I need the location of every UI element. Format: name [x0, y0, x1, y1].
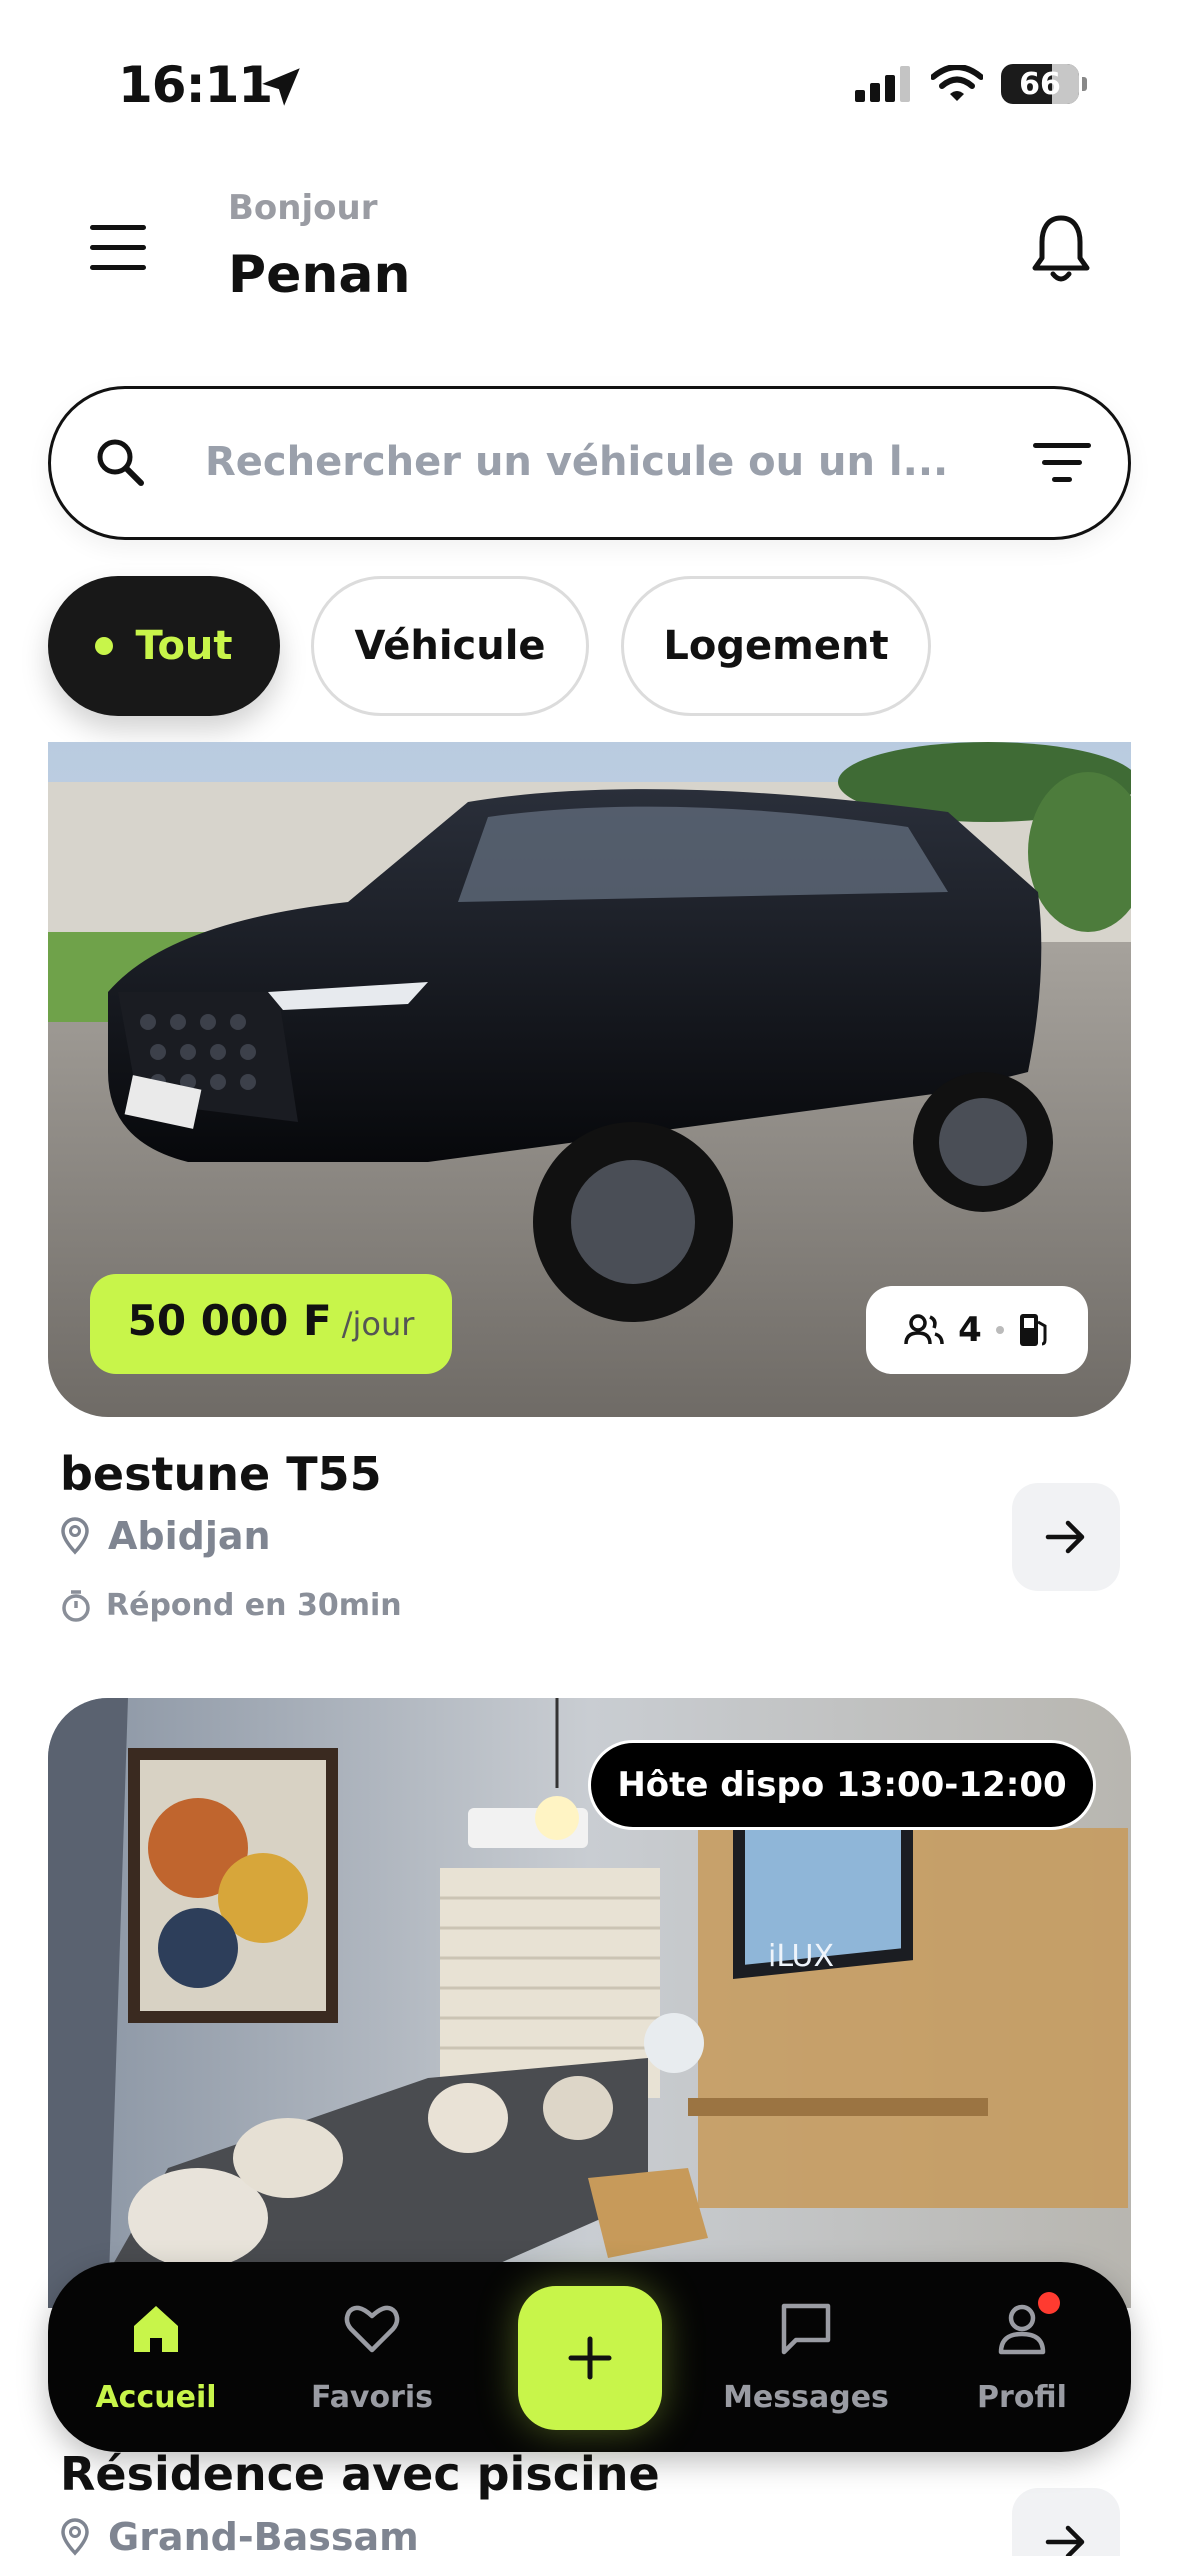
- listing-title[interactable]: bestune T55: [60, 1447, 382, 1501]
- specs-badge: 4: [866, 1286, 1088, 1374]
- seats-count: 4: [958, 1310, 982, 1350]
- arrow-right-icon: [1045, 1520, 1085, 1554]
- bottom-navigation: Accueil Favoris Messages Profil: [48, 2262, 1131, 2452]
- filter-chip-all[interactable]: Tout: [48, 576, 280, 716]
- notification-badge: [1038, 2292, 1060, 2314]
- separator-dot: [995, 1326, 1004, 1334]
- price-unit: /jour: [341, 1305, 415, 1343]
- location-pin-icon: [61, 2518, 89, 2556]
- menu-icon[interactable]: [90, 225, 146, 271]
- svg-text:iLUX: iLUX: [768, 1939, 834, 1974]
- nav-messages[interactable]: Messages: [706, 2298, 906, 2415]
- battery-level: 66: [1019, 66, 1061, 102]
- battery-icon: 66: [1001, 64, 1087, 104]
- search-bar[interactable]: Rechercher un véhicule ou un l...: [48, 386, 1131, 540]
- location-arrow-icon: [262, 68, 300, 106]
- listing-response-time: Répond en 30min: [60, 1588, 402, 1623]
- listing-image-room[interactable]: iLUX Hôte dispo 13:00-12:00: [48, 1698, 1131, 2308]
- message-icon: [781, 2303, 831, 2355]
- open-listing-button[interactable]: [1012, 1483, 1120, 1591]
- arrow-right-icon: [1045, 2525, 1085, 2556]
- nav-favorites-label: Favoris: [310, 2380, 434, 2415]
- nav-messages-label: Messages: [723, 2380, 889, 2415]
- nav-profile[interactable]: Profil: [922, 2292, 1122, 2415]
- listing-response-text: Répond en 30min: [106, 1588, 402, 1623]
- filter-chip-vehicle-label: Véhicule: [354, 623, 546, 669]
- plus-icon: [568, 2336, 612, 2380]
- search-icon: [97, 439, 144, 486]
- filter-chip-all-label: Tout: [135, 623, 233, 669]
- listing-location: Abidjan: [60, 1514, 271, 1558]
- filter-icon[interactable]: [1033, 443, 1091, 487]
- status-indicators: 66: [855, 64, 1087, 104]
- location-pin-icon: [61, 1517, 89, 1555]
- status-bar: 16:11 66: [0, 0, 1179, 150]
- nav-favorites[interactable]: Favoris: [272, 2298, 472, 2415]
- nav-profile-label: Profil: [977, 2380, 1067, 2415]
- listing-image-car[interactable]: 50 000 F /jour 4: [48, 742, 1131, 1417]
- filter-chip-vehicle[interactable]: Véhicule: [311, 576, 589, 716]
- heart-icon: [344, 2305, 400, 2353]
- price-amount: 50 000 F: [127, 1296, 332, 1345]
- listing-location-text: Abidjan: [108, 1514, 271, 1558]
- fuel-icon: [1019, 1314, 1047, 1346]
- nav-home-label: Accueil: [95, 2380, 217, 2415]
- notification-bell-icon[interactable]: [1030, 212, 1092, 284]
- open-listing-button[interactable]: [1012, 2488, 1120, 2556]
- add-listing-button[interactable]: [518, 2286, 662, 2430]
- wifi-icon: [931, 65, 983, 101]
- status-time: 16:11: [118, 56, 273, 114]
- passengers-icon: [904, 1314, 944, 1345]
- signal-icon: [855, 66, 910, 102]
- listing-title[interactable]: Résidence avec piscine: [60, 2447, 660, 2501]
- listing-location-text: Grand-Bassam: [108, 2515, 419, 2556]
- user-name: Penan: [228, 245, 411, 305]
- nav-home[interactable]: Accueil: [56, 2298, 256, 2415]
- filter-chip-home-label: Logement: [663, 623, 889, 669]
- active-dot: [95, 637, 114, 655]
- home-icon: [134, 2306, 178, 2352]
- greeting-text: Bonjour: [228, 188, 378, 228]
- search-input[interactable]: Rechercher un véhicule ou un l...: [205, 439, 985, 485]
- listing-location: Grand-Bassam: [60, 2515, 419, 2556]
- timer-icon: [62, 1589, 90, 1622]
- filter-chip-home[interactable]: Logement: [621, 576, 931, 716]
- host-availability-badge: Hôte dispo 13:00-12:00: [588, 1740, 1096, 1830]
- price-badge: 50 000 F /jour: [90, 1274, 452, 1374]
